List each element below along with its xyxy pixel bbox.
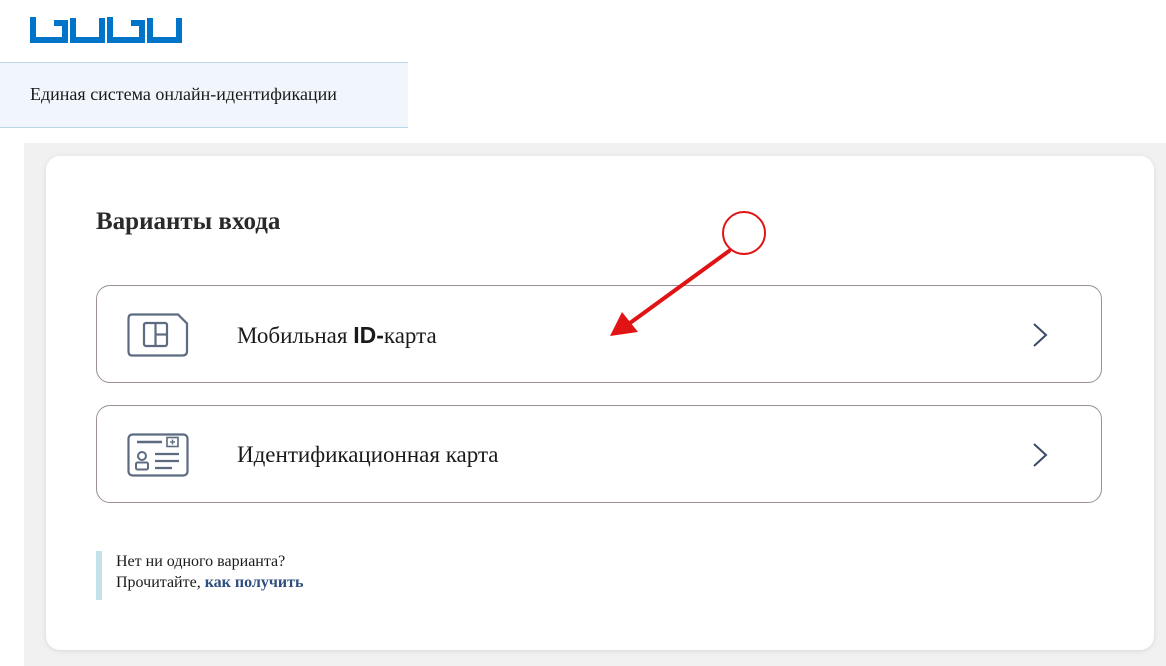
option-label: Мобильная ID-карта bbox=[237, 322, 437, 348]
option-label: Идентификационная карта bbox=[237, 442, 499, 467]
help-question: Нет ни одного варианта? bbox=[116, 553, 286, 570]
tutu-logo-icon bbox=[30, 17, 182, 43]
option-mobile-id[interactable]: Мобильная ID-карта bbox=[96, 285, 1102, 383]
site-banner: Единая система онлайн-идентификации bbox=[0, 62, 408, 128]
how-to-get-link[interactable]: как получить bbox=[205, 574, 304, 591]
chevron-right-icon bbox=[1031, 322, 1049, 348]
logo[interactable] bbox=[30, 14, 182, 44]
help-read-line: Прочитайте, как получить bbox=[116, 572, 303, 593]
page-title: Варианты входа bbox=[96, 208, 281, 235]
banner-text: Единая система онлайн-идентификации bbox=[30, 84, 337, 104]
sim-card-icon bbox=[127, 313, 189, 357]
help-read-prefix: Прочитайте, bbox=[116, 574, 205, 591]
chevron-right-icon bbox=[1031, 442, 1049, 468]
help-note: Нет ни одного варианта? Прочитайте, как … bbox=[96, 551, 303, 600]
id-card-icon bbox=[127, 433, 189, 477]
option-id-card[interactable]: Идентификационная карта bbox=[96, 405, 1102, 503]
